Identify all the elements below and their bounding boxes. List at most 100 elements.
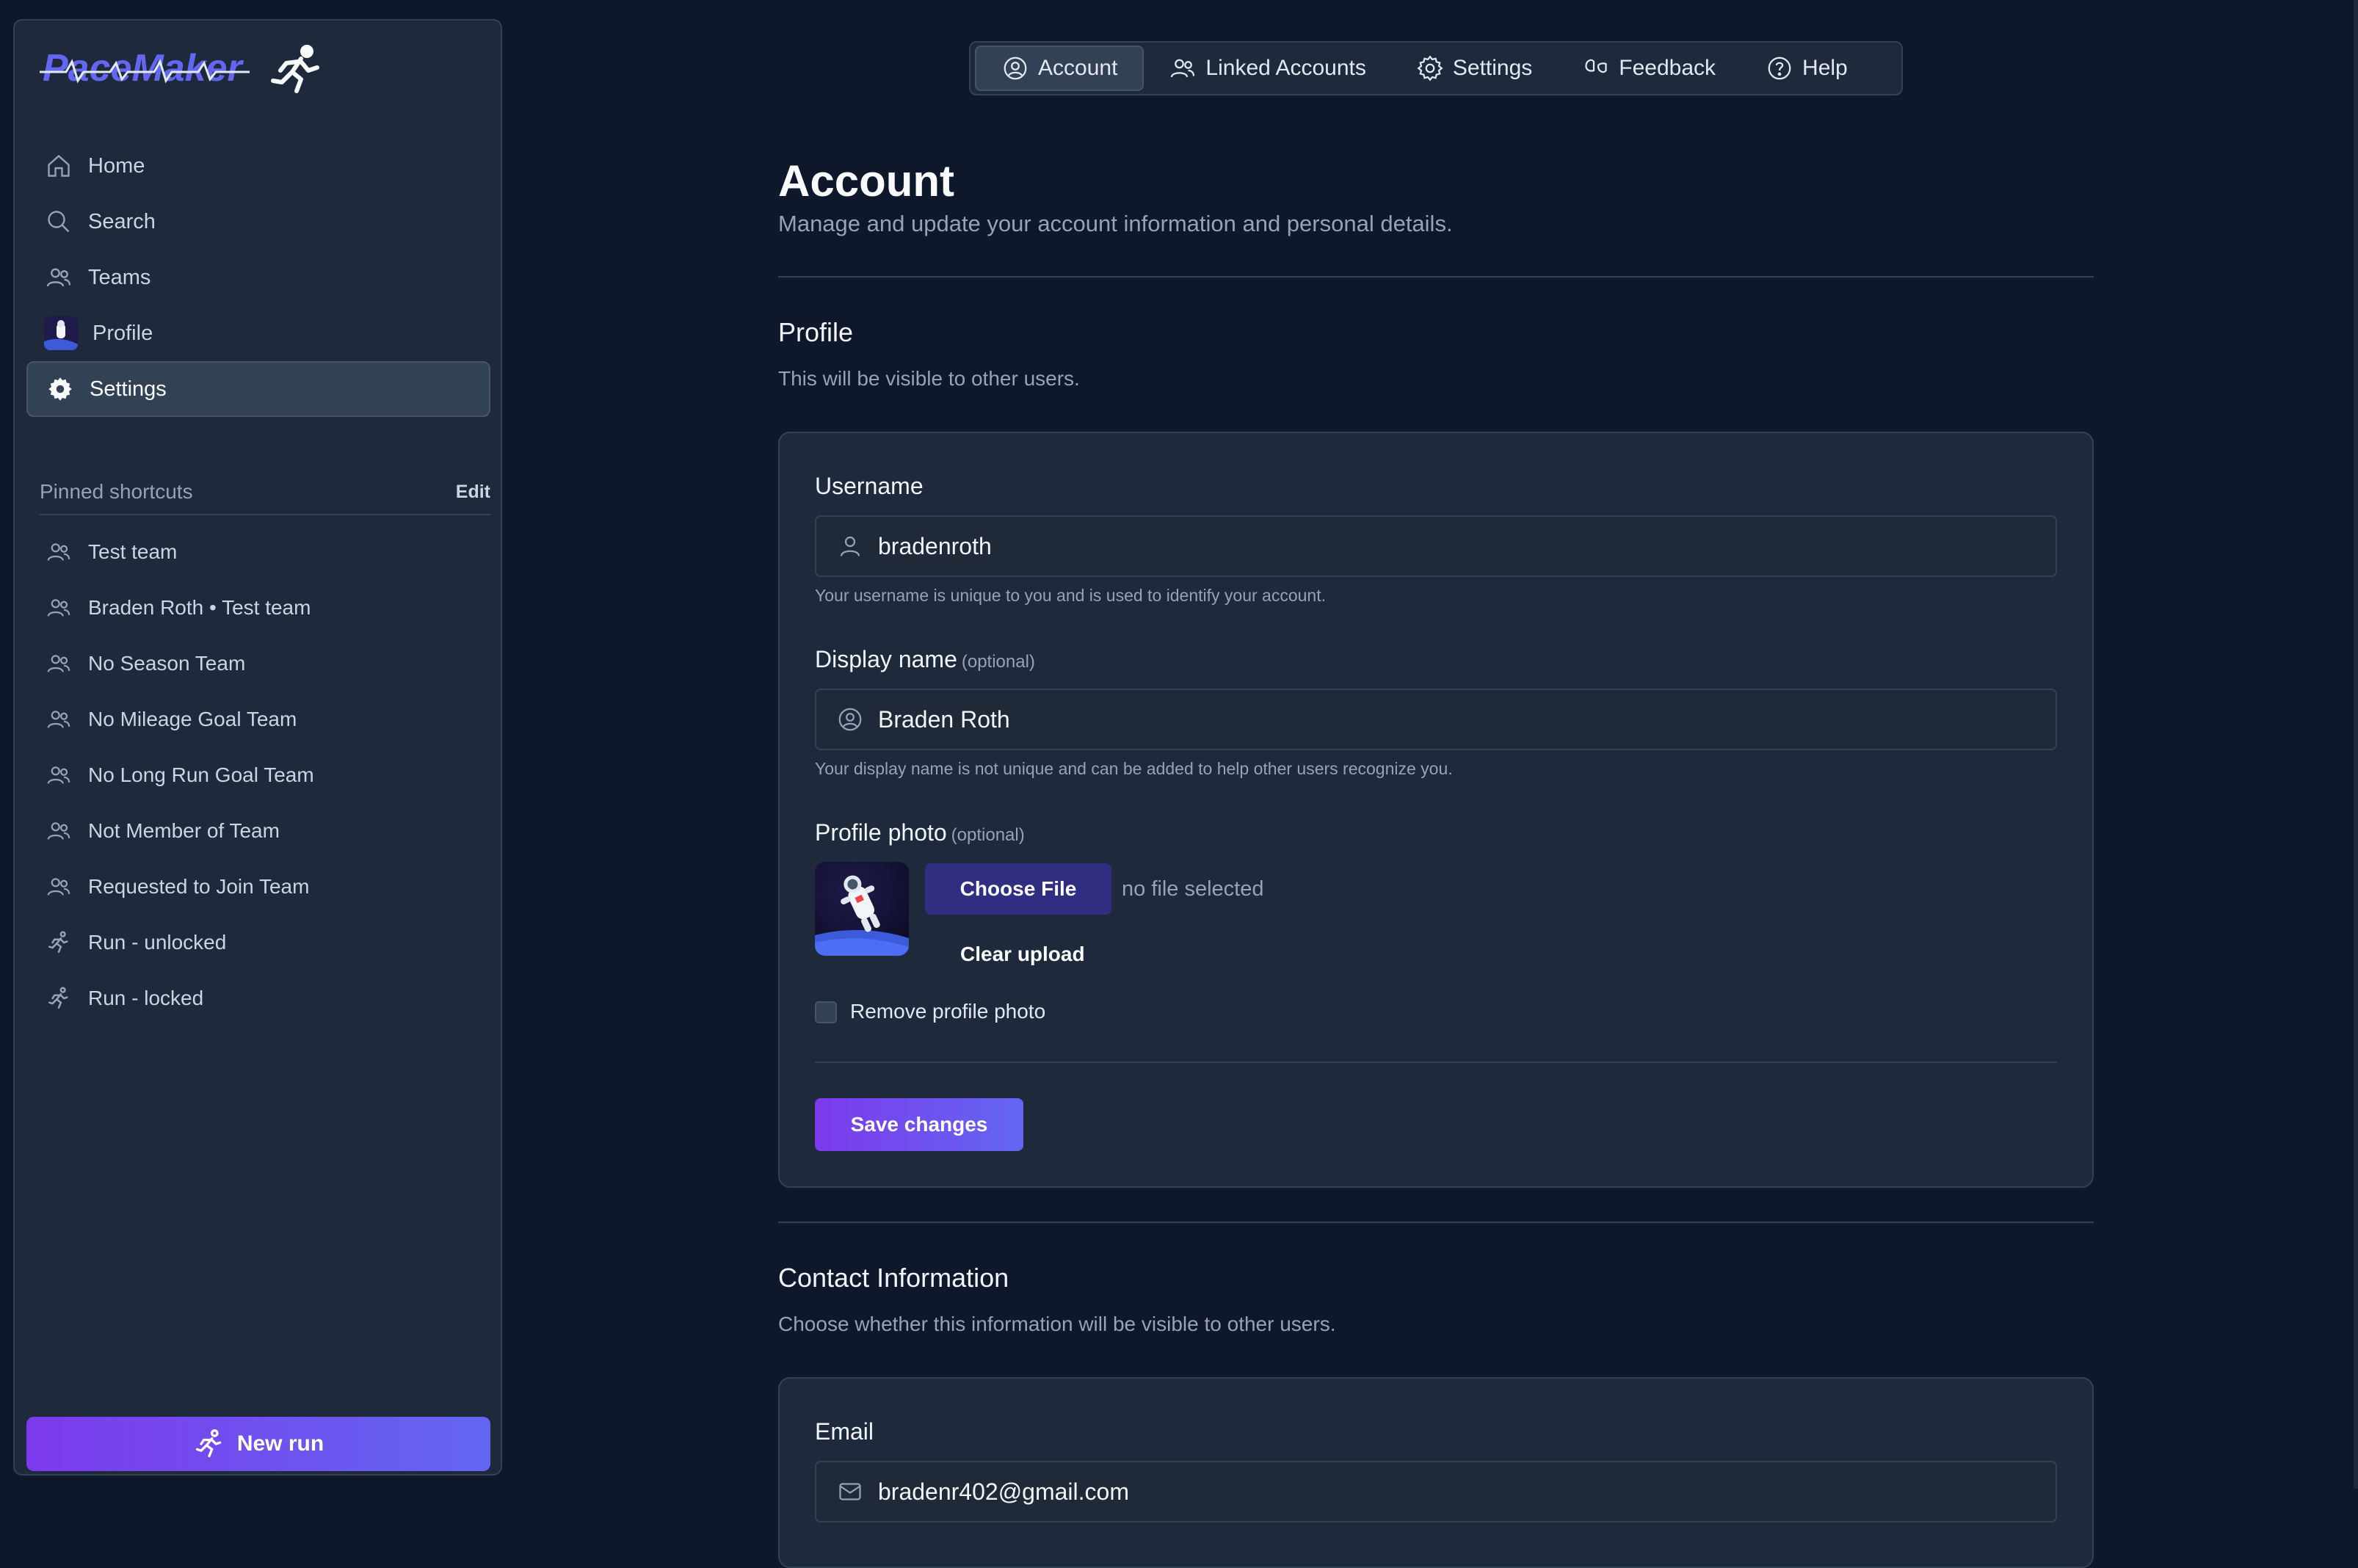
pinned-item-label: No Long Run Goal Team — [88, 763, 314, 786]
save-changes-button[interactable]: Save changes — [815, 1098, 1023, 1151]
tab-account[interactable]: Account — [975, 46, 1144, 91]
users-icon — [44, 816, 73, 846]
sidebar-item-settings[interactable]: Settings — [26, 361, 490, 417]
help-icon — [1766, 54, 1793, 82]
tab-settings[interactable]: Settings — [1391, 46, 1557, 91]
users-icon — [44, 872, 73, 901]
sidebar-item-label: Teams — [88, 265, 151, 289]
sidebar-item-profile[interactable]: Profile — [26, 305, 490, 361]
display-name-help: Your display name is not unique and can … — [815, 759, 1453, 778]
profile-photo-preview — [815, 862, 909, 956]
username-value: bradenroth — [878, 532, 992, 559]
pinned-list: Test team Braden Roth • Test team No Sea… — [26, 524, 490, 1026]
tab-linked-accounts[interactable]: Linked Accounts — [1144, 46, 1390, 91]
users-icon — [44, 537, 73, 567]
page-subtitle: Manage and update your account informati… — [778, 211, 1453, 236]
profile-section-subtitle: This will be visible to other users. — [778, 367, 1080, 390]
pinned-item-label: No Mileage Goal Team — [88, 708, 297, 730]
pinned-item[interactable]: Braden Roth • Test team — [26, 580, 490, 636]
sidebar-item-label: Home — [88, 153, 145, 178]
pinned-item[interactable]: Requested to Join Team — [26, 859, 490, 915]
tab-label: Account — [1038, 56, 1118, 80]
pinned-item-label: Requested to Join Team — [88, 875, 310, 898]
scrollbar[interactable] — [2354, 0, 2358, 1489]
display-name-field[interactable]: Braden Roth — [815, 689, 2057, 750]
email-value: bradenr402@gmail.com — [878, 1478, 1129, 1505]
contact-section-subtitle: Choose whether this information will be … — [778, 1313, 1336, 1335]
pinned-heading: Pinned shortcuts — [40, 480, 193, 503]
sidebar-item-search[interactable]: Search — [26, 194, 490, 250]
profile-photo-label: Profile photo (optional) — [815, 819, 1025, 846]
new-run-button[interactable]: New run — [26, 1417, 490, 1471]
pinned-item-label: Run - locked — [88, 987, 204, 1009]
pinned-item-label: Run - unlocked — [88, 931, 227, 954]
pinned-item[interactable]: Run - locked — [26, 970, 490, 1026]
email-label: Email — [815, 1418, 874, 1445]
tab-feedback[interactable]: Feedback — [1557, 46, 1741, 91]
user-circle-icon — [1001, 54, 1029, 82]
remove-photo-label: Remove profile photo — [850, 1000, 1046, 1023]
no-file-text: no file selected — [1122, 877, 1264, 901]
contact-section-title: Contact Information — [778, 1263, 1009, 1293]
remove-photo-checkbox[interactable] — [815, 1001, 837, 1023]
optional-tag: (optional) — [961, 652, 1035, 672]
tab-label: Settings — [1452, 56, 1533, 80]
sidebar-item-label: Settings — [90, 377, 167, 401]
profile-section-title: Profile — [778, 317, 854, 347]
username-help: Your username is unique to you and is us… — [815, 586, 1326, 605]
username-field[interactable]: bradenroth — [815, 515, 2057, 577]
email-field[interactable]: bradenr402@gmail.com — [815, 1461, 2057, 1522]
profile-card: Username bradenroth Your username is uni… — [778, 432, 2094, 1188]
pinned-item-label: No Season Team — [88, 652, 246, 675]
user-icon — [835, 531, 865, 561]
new-run-label: New run — [236, 1431, 324, 1456]
display-name-label-text: Display name — [815, 646, 957, 672]
display-name-label: Display name (optional) — [815, 646, 1035, 673]
clear-upload-button[interactable]: Clear upload — [960, 943, 1085, 966]
search-icon — [44, 207, 73, 236]
users-icon — [1169, 54, 1197, 82]
pacemaker-logo[interactable]: PaceMaker — [37, 43, 345, 94]
avatar — [44, 316, 78, 350]
users-icon — [44, 705, 73, 734]
divider — [778, 276, 2094, 277]
contact-card: Email bradenr402@gmail.com — [778, 1377, 2094, 1568]
tab-label: Help — [1802, 56, 1848, 80]
users-icon — [44, 593, 73, 623]
pinned-item-label: Test team — [88, 540, 178, 563]
feedback-icon — [1582, 54, 1610, 82]
sidebar-item-teams[interactable]: Teams — [26, 250, 490, 305]
home-icon — [44, 151, 73, 181]
gear-icon — [1416, 54, 1444, 82]
pinned-item-label: Not Member of Team — [88, 819, 280, 842]
pinned-item[interactable]: No Mileage Goal Team — [26, 692, 490, 747]
svg-text:PaceMaker: PaceMaker — [43, 47, 244, 90]
choose-file-button[interactable]: Choose File — [925, 863, 1111, 915]
username-label: Username — [815, 473, 924, 499]
gear-icon — [46, 374, 75, 404]
pinned-item[interactable]: Test team — [26, 524, 490, 580]
edit-pinned-button[interactable]: Edit — [456, 482, 490, 503]
divider — [778, 1222, 2094, 1223]
settings-tabs: Account Linked Accounts Settings Feedbac… — [969, 41, 1903, 95]
mail-icon — [835, 1477, 865, 1506]
display-name-value: Braden Roth — [878, 705, 1010, 733]
tab-label: Feedback — [1619, 56, 1716, 80]
sidebar: PaceMaker Home Search Teams Profile Sett… — [13, 19, 502, 1476]
user-circle-icon — [835, 705, 865, 734]
tab-label: Linked Accounts — [1205, 56, 1366, 80]
divider — [815, 1061, 2057, 1063]
pinned-item[interactable]: No Long Run Goal Team — [26, 747, 490, 803]
page-title: Account — [778, 156, 954, 206]
sidebar-item-home[interactable]: Home — [26, 138, 490, 194]
optional-tag: (optional) — [951, 825, 1025, 845]
pinned-item[interactable]: Not Member of Team — [26, 803, 490, 859]
runner-icon — [44, 984, 73, 1013]
pinned-item[interactable]: Run - unlocked — [26, 915, 490, 970]
users-icon — [44, 649, 73, 678]
runner-icon — [44, 928, 73, 957]
profile-photo-label-text: Profile photo — [815, 819, 947, 846]
pinned-item[interactable]: No Season Team — [26, 636, 490, 692]
tab-help[interactable]: Help — [1741, 46, 1873, 91]
sidebar-item-label: Profile — [92, 321, 153, 345]
